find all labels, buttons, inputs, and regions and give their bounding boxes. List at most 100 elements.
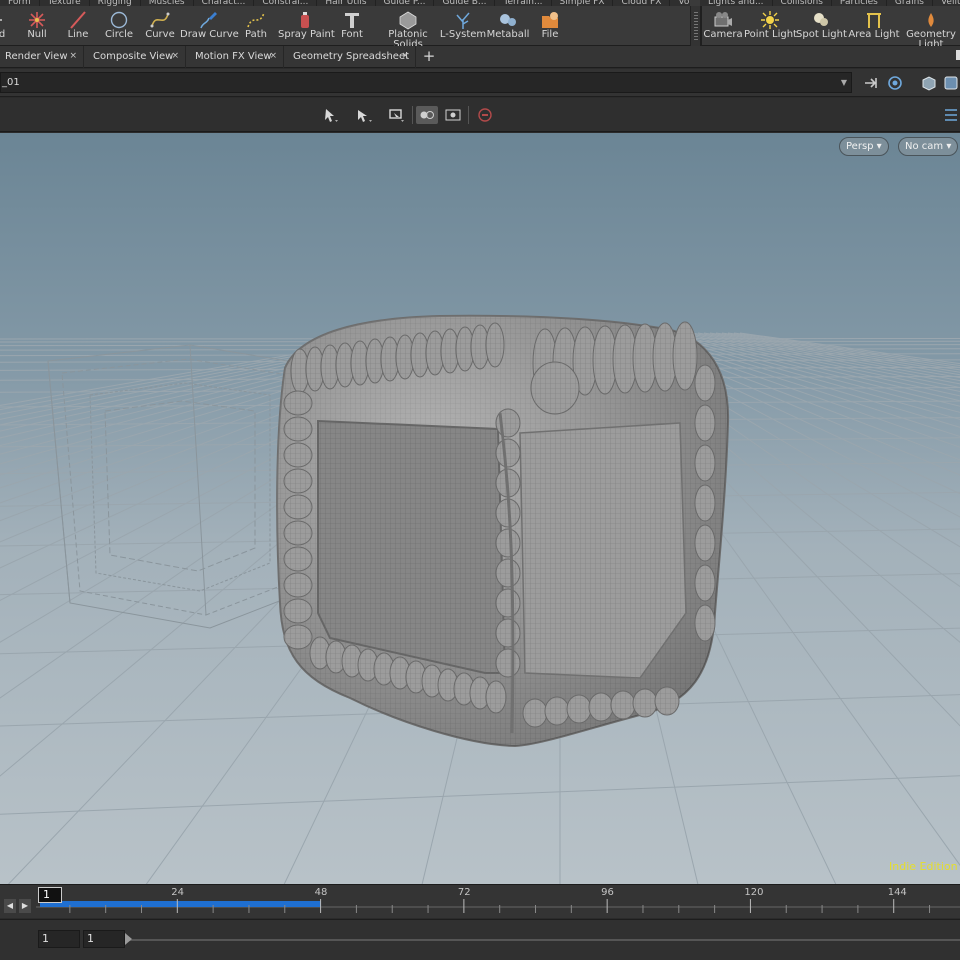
- metaball-icon: [500, 14, 516, 26]
- shelf-tool-line[interactable]: Line: [62, 6, 94, 46]
- timeline-tick-label: 120: [744, 887, 764, 898]
- record-stop-icon[interactable]: [474, 106, 496, 124]
- link-target-icon[interactable]: [886, 74, 904, 92]
- close-icon[interactable]: ×: [69, 46, 77, 67]
- shelf-tool-curve[interactable]: Curve: [140, 6, 180, 46]
- chevron-down-icon[interactable]: ▼: [836, 72, 852, 93]
- curve-icon: [150, 12, 170, 28]
- perspective-menu-button[interactable]: Persp ▾: [839, 137, 889, 156]
- tab-label: Geometry Spreadsheet: [293, 51, 410, 62]
- shelf-tool-label: L-System: [439, 29, 487, 40]
- network-path-field[interactable]: _01: [0, 72, 852, 93]
- null-icon: [29, 12, 45, 28]
- path-icon: [247, 12, 265, 28]
- toolbar-separator: [468, 106, 469, 124]
- shelf-tool-l-system[interactable]: L-System: [438, 6, 488, 46]
- cache-bar: [40, 901, 321, 907]
- tab-geometry-spreadsheet[interactable]: Geometry Spreadsheet ×: [288, 46, 416, 68]
- shelf-tool-null[interactable]: Null: [22, 6, 52, 46]
- viewport-canvas[interactable]: [0, 133, 960, 884]
- range-slider-handle[interactable]: [125, 933, 132, 945]
- select-mode-icon[interactable]: [320, 106, 342, 124]
- close-icon[interactable]: ×: [171, 46, 179, 67]
- transform-mode-icon[interactable]: [354, 106, 376, 124]
- circle-icon: [110, 11, 128, 29]
- shelf-tool-font[interactable]: Font: [334, 6, 370, 46]
- path-bar: _01 ▼: [0, 69, 960, 97]
- shelf-tool-label: Line: [67, 29, 89, 40]
- shelf-tools-left: d Null Line Circle Curve Draw Curve Path Spray …: [0, 6, 690, 50]
- shelf-tool-label: Spray Paint: [278, 29, 335, 40]
- handle-mode-icon[interactable]: [386, 106, 408, 124]
- wireframe-ghost-cube: [47, 344, 301, 629]
- draw-curve-icon: [200, 12, 217, 29]
- tab-label: Render View: [5, 51, 68, 62]
- step-forward-icon[interactable]: ▶: [19, 899, 31, 913]
- tab-motion-fx-view[interactable]: Motion FX View ×: [190, 46, 284, 68]
- viewport-layout-icon[interactable]: [940, 106, 960, 124]
- tab-render-view[interactable]: Render View ×: [0, 46, 84, 68]
- camera-icon: [714, 12, 732, 27]
- timeline-tick-label: 96: [601, 887, 614, 898]
- camera-view-icon[interactable]: [442, 106, 464, 124]
- shelf-tool-spray-paint[interactable]: Spray Paint: [278, 6, 335, 46]
- shelf-tool-label: Area Light: [848, 29, 900, 40]
- shelf-tool-d[interactable]: d: [0, 6, 10, 46]
- camera-menu-button[interactable]: No cam ▾: [898, 137, 959, 156]
- font-icon: [345, 13, 359, 28]
- close-icon[interactable]: ×: [401, 46, 409, 67]
- shelf-tools-right: Camera Point Light Spot Light Area Light Geo…: [700, 6, 960, 50]
- shelf-tool-spot-light[interactable]: Spot Light: [796, 6, 847, 46]
- bumpy-cube-mesh: [276, 314, 730, 748]
- close-icon[interactable]: ×: [269, 46, 277, 67]
- file-icon: [542, 12, 558, 28]
- shelf-tool-label: Font: [341, 29, 363, 40]
- playback-range-bar: 1 1: [0, 919, 960, 960]
- shelf-tool-file[interactable]: File: [532, 6, 568, 46]
- point-light-icon: [761, 11, 779, 29]
- line-icon: [70, 11, 86, 29]
- timeline-tick-label: 24: [171, 887, 185, 898]
- shelf-tool-camera[interactable]: Camera: [702, 6, 744, 46]
- partial-tool-icon: [0, 19, 2, 21]
- platonic-solids-icon: [399, 11, 417, 30]
- object-cube-icon[interactable]: [920, 74, 938, 92]
- range-slider-track[interactable]: [128, 939, 960, 941]
- shelf-tool-label: Camera: [703, 29, 743, 40]
- edition-watermark: Indie Edition: [889, 860, 958, 873]
- timeline[interactable]: ◀ ▶ 24 48 72 96 120 144 1: [0, 884, 960, 918]
- range-start-field[interactable]: 1: [38, 930, 80, 948]
- tab-overflow-icon[interactable]: [956, 50, 960, 60]
- shelf-tool-label: Spot Light: [796, 29, 847, 40]
- shelf-splitter-handle[interactable]: [690, 6, 700, 46]
- tab-label: Motion FX View: [195, 51, 272, 62]
- step-back-icon[interactable]: ◀: [4, 899, 16, 913]
- shelf-tool-label: Circle: [104, 29, 134, 40]
- shelf-tool-platonic-solids[interactable]: Platonic Solids: [380, 6, 436, 50]
- current-frame-indicator[interactable]: 1: [38, 887, 62, 903]
- display-options-icon[interactable]: [942, 74, 960, 92]
- scene-viewport[interactable]: Persp ▾ No cam ▾ Indie Edition: [0, 133, 960, 884]
- pane-tab-bar: Render View × Composite View × Motion FX…: [0, 46, 960, 68]
- add-tab-button[interactable]: +: [420, 46, 438, 68]
- toolbar-separator: [412, 106, 413, 124]
- l-system-icon: [456, 12, 470, 29]
- geometry-light-icon: [928, 13, 934, 27]
- tab-composite-view[interactable]: Composite View ×: [88, 46, 186, 68]
- shelf-tool-label: File: [541, 29, 559, 40]
- shelf-tool-area-light[interactable]: Area Light: [846, 6, 902, 46]
- shelf-tool-draw-curve[interactable]: Draw Curve: [180, 6, 239, 46]
- pin-icon[interactable]: [862, 74, 880, 92]
- shelf-tool-metaball[interactable]: Metaball: [486, 6, 530, 46]
- viewer-toolbar: [0, 98, 960, 132]
- shelf-tool-point-light[interactable]: Point Light: [744, 6, 797, 46]
- shelf-tool-label: d: [0, 29, 6, 40]
- shelf-tool-path[interactable]: Path: [236, 6, 276, 46]
- timeline-tick-label: 72: [457, 887, 471, 898]
- snap-toggle-icon[interactable]: [416, 106, 438, 124]
- tab-label: Composite View: [93, 51, 174, 62]
- shelf-tool-circle[interactable]: Circle: [100, 6, 138, 46]
- range-end-field[interactable]: 1: [83, 930, 125, 948]
- timeline-tick-label: 48: [314, 887, 328, 898]
- shelf-tool-geometry-light[interactable]: Geometry Light: [902, 6, 960, 50]
